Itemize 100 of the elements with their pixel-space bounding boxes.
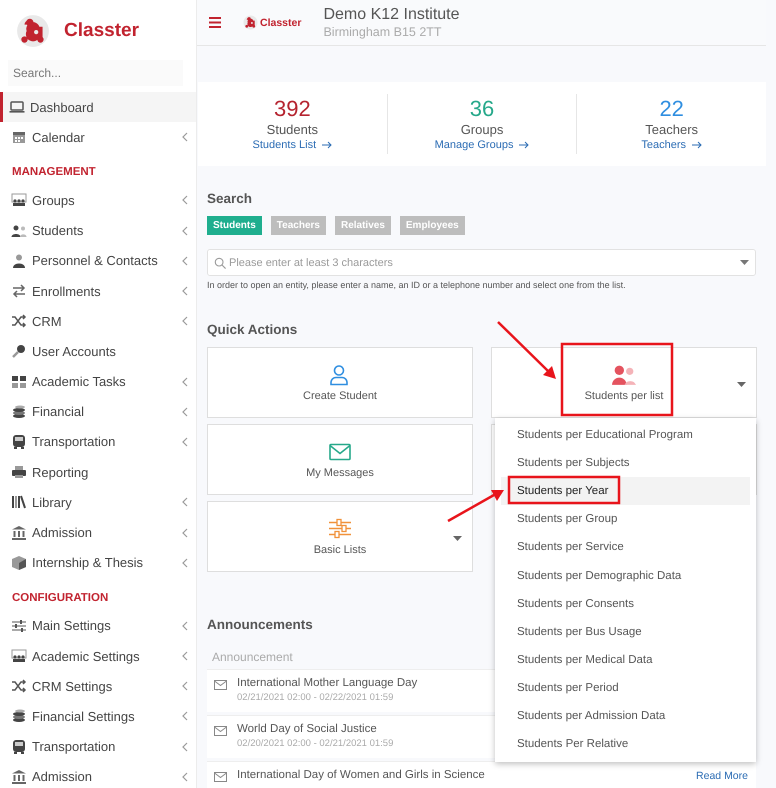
sidebar-item[interactable]: Library — [0, 487, 196, 518]
person-outline-icon — [329, 364, 351, 386]
sidebar-item[interactable]: Students — [0, 216, 196, 246]
sidebar-item[interactable]: Academic Tasks — [0, 366, 196, 397]
person-icon — [11, 252, 27, 269]
shuffle-icon — [11, 313, 27, 330]
sidebar-item[interactable]: Enrollments — [0, 276, 196, 306]
section-heading: CONFIGURATION — [12, 592, 110, 606]
printer-icon — [11, 464, 27, 480]
bank-icon — [11, 768, 27, 785]
quick-action-card[interactable]: Create Student — [207, 347, 473, 418]
logo-text: Classter — [260, 16, 302, 28]
section-title: Search — [207, 191, 252, 206]
sliders-icon — [11, 618, 27, 634]
quick-action-card[interactable]: My Messages — [207, 424, 473, 495]
stat-link[interactable]: Students List — [252, 139, 316, 151]
bus-icon — [11, 434, 27, 450]
sidebar-item[interactable]: Admission — [0, 517, 196, 548]
bank-icon — [11, 524, 27, 541]
sidebar-item[interactable]: Transportation — [0, 732, 196, 762]
menu-item[interactable]: Students Per Relative — [501, 730, 750, 758]
coins-icon — [11, 708, 27, 724]
quick-action-card[interactable]: Basic Lists — [207, 501, 473, 572]
quick-action-card[interactable]: Students per list — [491, 347, 757, 418]
announcement-row[interactable]: International Day of Women and Girls in Science Read More — [207, 761, 756, 788]
sidebar-item[interactable]: User Accounts — [0, 336, 196, 366]
key-icon — [11, 343, 27, 360]
books-icon — [11, 494, 27, 510]
stat-label: Groups — [460, 121, 504, 139]
sidebar-item[interactable]: Main Settings — [0, 610, 196, 641]
annotation-arrow — [497, 321, 556, 379]
sidebar-item[interactable]: Academic Settings — [0, 641, 196, 672]
arrow-right-icon — [692, 141, 702, 149]
swap-arrows-icon — [11, 283, 27, 300]
menu-icon[interactable] — [209, 17, 221, 28]
section-title: Quick Actions — [207, 322, 298, 337]
envelope-icon — [214, 726, 227, 736]
menu-item[interactable]: Students per Bus Usage — [501, 618, 750, 646]
sidebar-item[interactable]: Transportation — [0, 426, 196, 458]
hint-text: In order to open an entity, please enter a name, an ID or a telephone number and select one from the list. — [207, 280, 627, 290]
sidebar-item[interactable]: Financial Settings — [0, 701, 196, 732]
sidebar-item[interactable]: CRM — [0, 306, 196, 336]
arrow-right-icon — [322, 141, 332, 149]
sidebar-item[interactable]: Calendar — [0, 122, 196, 152]
announcement-title: International Mother Language Day — [237, 676, 418, 691]
bus-icon — [11, 738, 27, 755]
logo-icon — [243, 15, 258, 30]
envelope-icon — [214, 680, 227, 690]
stat-number: 392 — [274, 97, 311, 121]
read-more-link[interactable]: Read More — [696, 770, 748, 782]
envelope-icon — [329, 440, 351, 462]
sliders-icon — [329, 518, 351, 540]
search-field[interactable]: Search... — [8, 60, 183, 86]
menu-item[interactable]: Students per Subjects — [501, 449, 750, 478]
sidebar-item[interactable]: Reporting — [0, 457, 196, 488]
arrow-right-icon — [519, 141, 530, 149]
coins-icon — [11, 404, 27, 420]
institute-address: Birmingham B15 2TT — [323, 24, 443, 40]
announcement-title: World Day of Social Justice — [237, 722, 377, 737]
monitor-icon — [9, 99, 25, 116]
section-title: Announcements — [207, 617, 313, 632]
sidebar-item[interactable]: Personnel & Contacts — [0, 246, 196, 276]
caret-down-icon — [740, 260, 749, 265]
stat-number: 22 — [659, 97, 684, 121]
sidebar-item[interactable]: Groups — [0, 185, 196, 216]
menu-item[interactable]: Students per Educational Program — [501, 421, 750, 450]
envelope-icon — [214, 772, 227, 782]
announcement-dates: 02/20/2021 02:00 - 02/21/2021 01:59 — [237, 737, 394, 750]
announcement-title: International Day of Women and Girls in Science — [237, 768, 485, 783]
stat-label: Teachers — [645, 121, 698, 139]
menu-item[interactable]: Students per Consents — [501, 590, 750, 618]
group-icon — [11, 192, 27, 208]
stat-label: Students — [266, 121, 318, 139]
menu-item[interactable]: Students per Period — [501, 674, 750, 702]
sidebar-item[interactable]: CRM Settings — [0, 671, 196, 702]
group-icon — [11, 648, 27, 664]
sidebar-item[interactable]: Internship & Thesis — [0, 548, 196, 578]
stat-link[interactable]: Manage Groups — [434, 139, 514, 151]
sidebar-item[interactable]: Dashboard — [0, 92, 196, 122]
menu-item[interactable]: Students per Group — [501, 505, 750, 534]
logo-icon — [16, 14, 50, 48]
logo-text: Classter — [64, 20, 139, 42]
announcement-dates: 02/21/2021 02:00 - 02/22/2021 01:59 — [237, 691, 394, 704]
search-icon — [214, 256, 226, 268]
users-icon — [11, 222, 27, 239]
sidebar-item[interactable]: Financial — [0, 396, 196, 427]
menu-item[interactable]: Students per Year — [501, 477, 750, 506]
column-header: Announcement — [212, 650, 293, 666]
calendar-icon — [11, 129, 27, 146]
grid-icon — [11, 374, 27, 390]
shuffle-icon — [11, 678, 27, 694]
box-icon — [11, 554, 27, 571]
section-heading: MANAGEMENT — [12, 166, 97, 180]
stat-link[interactable]: Teachers — [641, 139, 686, 151]
annotation-arrow — [447, 490, 504, 522]
stat-number: 36 — [470, 97, 494, 121]
sidebar-item[interactable]: Admission — [0, 762, 196, 788]
menu-item[interactable]: Students per Demographic Data — [501, 561, 750, 590]
menu-item[interactable]: Students per Service — [501, 533, 750, 562]
institute-name: Demo K12 Institute — [323, 5, 460, 24]
